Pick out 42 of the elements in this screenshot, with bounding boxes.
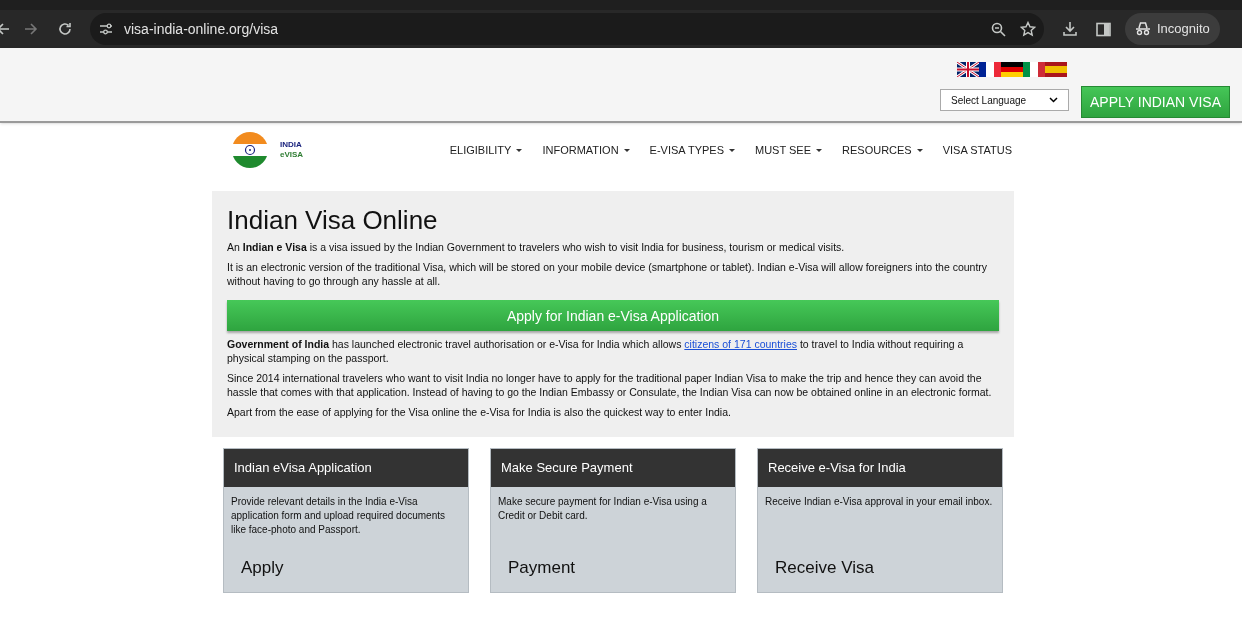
nav-link[interactable]: ELIGIBILITY	[449, 141, 523, 159]
back-icon[interactable]	[0, 22, 10, 36]
download-icon[interactable]	[1062, 21, 1078, 37]
nav-link[interactable]: INFORMATION	[542, 141, 630, 159]
flag-icon[interactable]	[957, 62, 979, 77]
card-action: Payment	[508, 556, 577, 579]
paragraph: Apart from the ease of applying for the Visa online the e-Visa for India is also the quickest way to enter India.	[227, 405, 732, 419]
citizens-link[interactable]: citizens of 171 countries	[684, 338, 797, 350]
incognito-icon	[1135, 22, 1151, 36]
card-title: Make Secure Payment	[491, 449, 735, 487]
flag-icon[interactable]	[1001, 62, 1023, 77]
chevron-icon	[1049, 97, 1058, 103]
forward-icon[interactable]	[24, 22, 38, 36]
card-action: Apply	[241, 556, 285, 579]
language-select[interactable]: Select Language	[940, 89, 1069, 111]
page-title: Indian Visa Online	[227, 204, 439, 236]
star-icon[interactable]	[1020, 21, 1036, 37]
paragraph: Since 2014 international travelers who want to visit India no longer have to apply for the traditional paper Indian Visa to make the trip and hence they can avoid the hassle that comes with that application. Instead of having to go the Indian Embassy or Consulate, the Indian Visa can now be obtained online in an electronic format.	[227, 371, 993, 399]
profile-button[interactable]: Incognito	[1125, 13, 1220, 45]
side-panel-icon[interactable]	[1096, 21, 1111, 37]
card-text: Receive Indian e-Visa approval in your email inbox.	[764, 495, 994, 509]
logo-icon	[232, 132, 268, 168]
address-bar[interactable]: visa-india-online.org/visa	[90, 13, 1044, 45]
nav-link[interactable]: MUST SEE	[755, 141, 823, 159]
site-info-icon[interactable]	[98, 21, 114, 37]
nav-link[interactable]: RESOURCES	[842, 141, 923, 159]
logo-text: INDIA	[280, 140, 303, 150]
url-text: visa-india-online.org/visa	[124, 19, 279, 39]
paragraph: It is an electronic version of the traditional Visa, which will be stored on your mobile device (smartphone or tablet). Indian e-Visa will allow foreigners into the country without having to go through any hassle at all.	[227, 260, 989, 288]
paragraph: An Indian e Visa is a visa issued by the Indian Government to travelers who wish to visit India for business, tourism or medical visits.	[227, 240, 846, 254]
card-action: Receive Visa	[775, 556, 875, 579]
card-title: Receive e-Visa for India	[758, 449, 1002, 487]
paragraph: Government of India has launched electronic travel authorisation or e-Visa for India which allows citizens of 171 countries to travel to India without requiring a physical stamping on the passport.	[227, 337, 965, 365]
nav-link[interactable]: E-VISA TYPES	[649, 141, 735, 159]
zoom-icon[interactable]	[991, 21, 1006, 37]
card-title: Indian eVisa Application	[224, 449, 468, 487]
reload-icon[interactable]	[58, 22, 72, 36]
card-text: Make secure payment for Indian e-Visa using a Credit or Debit card.	[497, 495, 708, 523]
card-text: Provide relevant details in the India e-Visa application form and upload required documents like face-photo and Passport.	[230, 495, 447, 537]
logo-text: eVISA	[280, 150, 304, 160]
nav-link[interactable]: VISA STATUS	[942, 141, 1012, 159]
flag-icon[interactable]	[979, 62, 1001, 77]
